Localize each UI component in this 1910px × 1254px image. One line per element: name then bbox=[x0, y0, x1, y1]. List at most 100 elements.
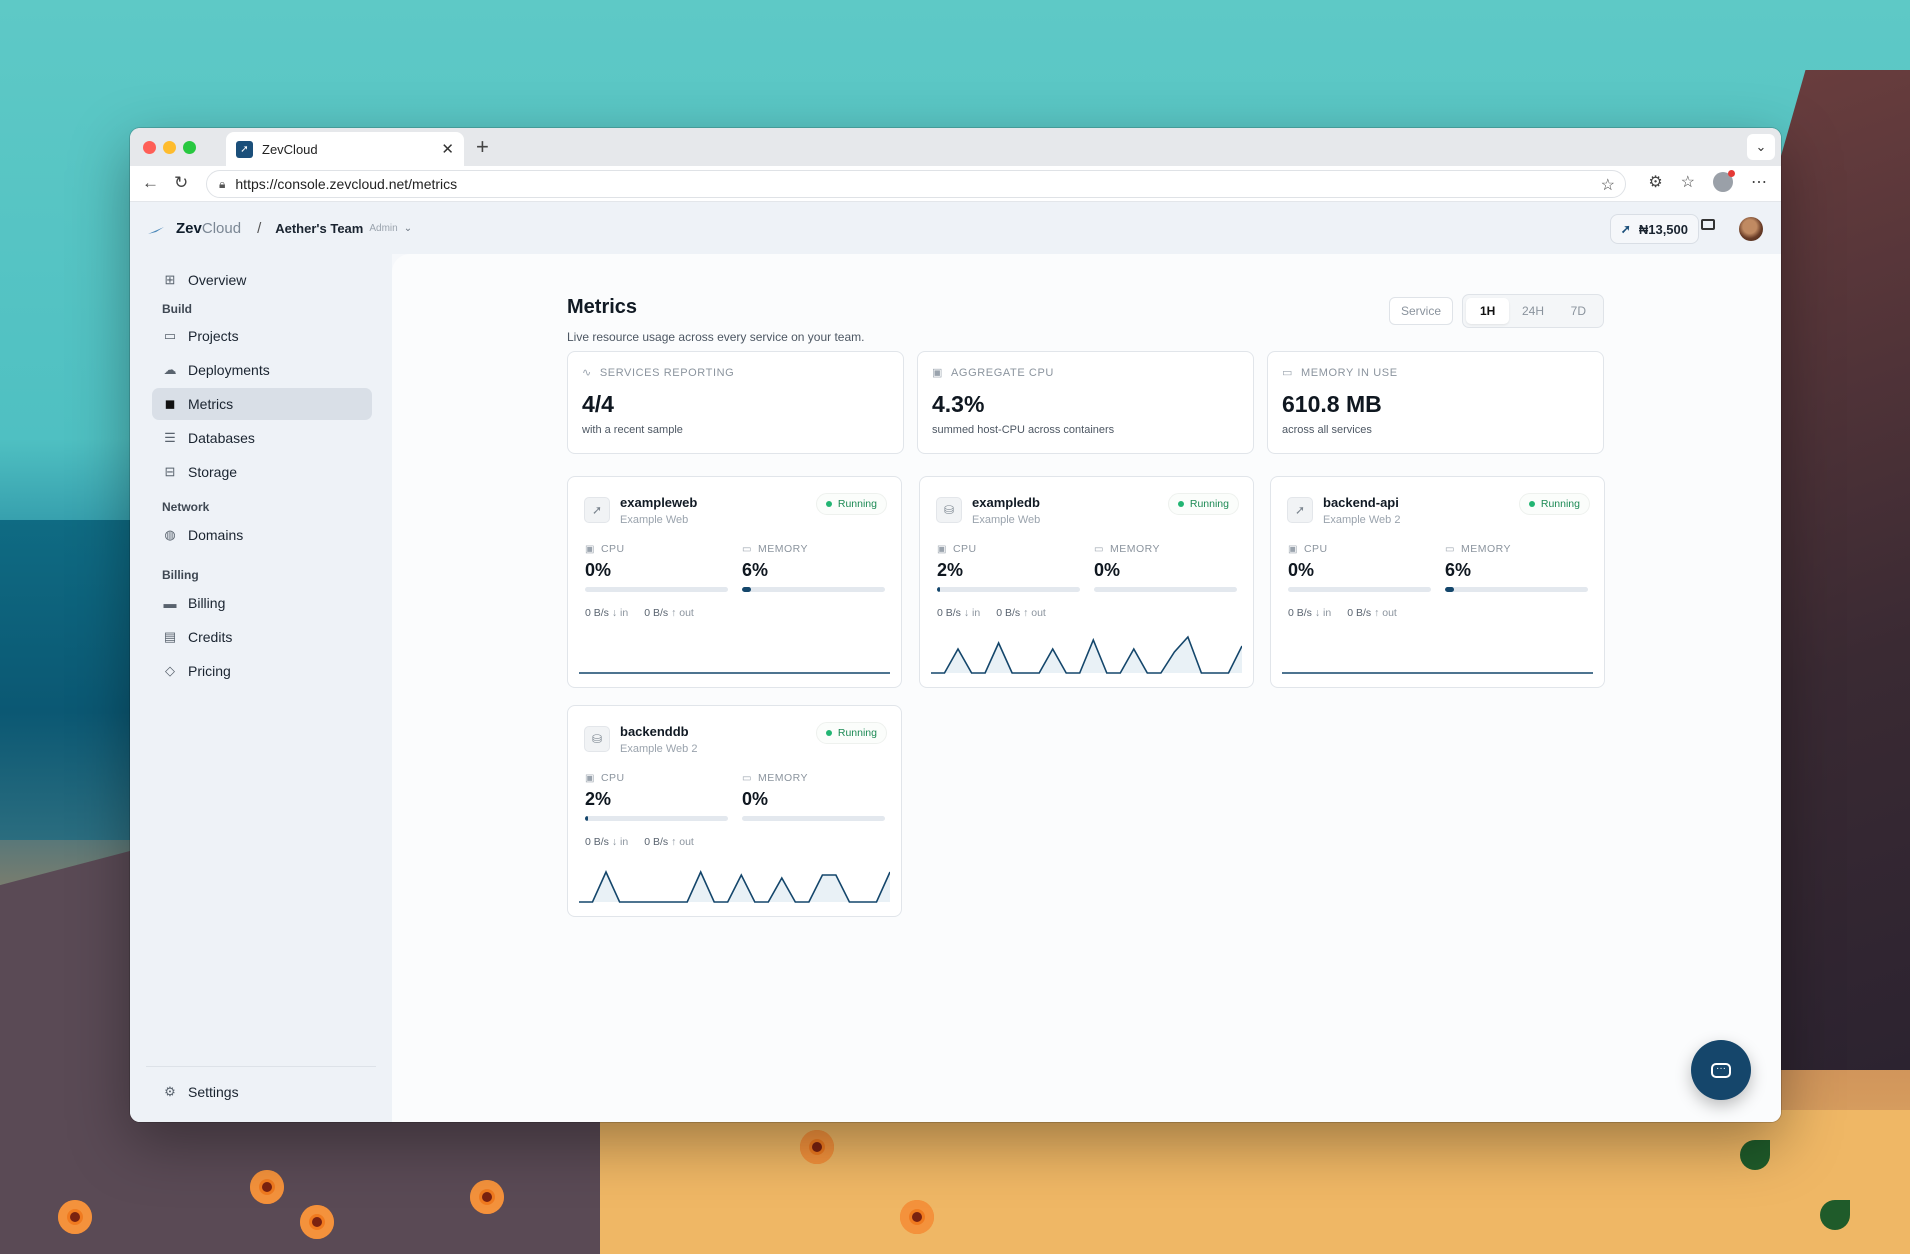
sidebar-item-label: Projects bbox=[188, 328, 239, 344]
tab-title: ZevCloud bbox=[262, 141, 318, 157]
user-avatar[interactable] bbox=[1739, 217, 1763, 241]
net-out: 0 B/s ↑ out bbox=[644, 836, 694, 848]
range-7d[interactable]: 7D bbox=[1557, 298, 1600, 324]
browser-profile-icon[interactable] bbox=[1713, 170, 1735, 192]
status-badge: Running bbox=[815, 722, 887, 744]
tag-icon: ◇ bbox=[165, 663, 175, 678]
metric-label: CPU bbox=[952, 543, 977, 555]
stat-note: summed host-CPU across containers bbox=[932, 424, 1115, 436]
monitor-icon[interactable] bbox=[1701, 219, 1715, 230]
service-card-backend-api[interactable]: ➚ backend-api Example Web 2 Running ▣ CPU… bbox=[1270, 476, 1605, 688]
memory-value: 6% bbox=[742, 560, 769, 580]
sidebar-item-storage[interactable]: ⊟ Storage bbox=[152, 456, 372, 488]
net-out-value: 0 B/s bbox=[1347, 607, 1372, 619]
chat-support-button[interactable]: ··· bbox=[1691, 1040, 1751, 1100]
sidebar-item-projects[interactable]: ▭ Projects bbox=[152, 320, 372, 352]
credits-balance-button[interactable]: ➚ ₦13,500 bbox=[1609, 214, 1699, 244]
browser-tab[interactable]: ➚ ZevCloud ✕ bbox=[226, 132, 464, 166]
reload-icon[interactable]: ↻ bbox=[174, 173, 188, 193]
metric-label: CPU bbox=[600, 772, 625, 784]
desktop-flower bbox=[300, 1205, 334, 1239]
down-arrow-icon: ↓ bbox=[963, 607, 970, 619]
chart-icon: ◼ bbox=[164, 396, 176, 411]
favorites-icon[interactable]: ☆ bbox=[1681, 172, 1695, 192]
sidebar-item-billing[interactable]: ▬ Billing bbox=[152, 587, 372, 619]
sidebar-item-domains[interactable]: ◍ Domains bbox=[152, 519, 372, 551]
sidebar-item-overview[interactable]: ⊞ Overview bbox=[152, 264, 372, 296]
metric-label: MEMORY bbox=[1460, 543, 1512, 555]
network-row: 0 B/s ↓ in 0 B/s ↑ out bbox=[1288, 607, 1397, 619]
tab-list-chevron-icon[interactable]: ⌄ bbox=[1747, 134, 1775, 160]
status-text: Running bbox=[837, 498, 877, 510]
bookmark-star-icon[interactable]: ☆ bbox=[1601, 175, 1615, 195]
cpu-sparkline bbox=[579, 672, 890, 674]
stat-label: MEMORY IN USE bbox=[1301, 366, 1398, 379]
close-tab-icon[interactable]: ✕ bbox=[441, 140, 454, 158]
sidebar-item-settings[interactable]: ⚙ Settings bbox=[152, 1076, 372, 1108]
logo-text[interactable]: ZevCloud bbox=[176, 220, 241, 237]
cpu-sparkline bbox=[931, 635, 1242, 674]
cpu-value: 0% bbox=[585, 560, 612, 580]
sidebar-item-label: Settings bbox=[188, 1084, 239, 1100]
metric-label: CPU bbox=[600, 543, 625, 555]
sidebar-item-databases[interactable]: ☰ Databases bbox=[152, 422, 372, 454]
team-name[interactable]: Aether's Team bbox=[275, 221, 363, 236]
service-logo-icon: ➚ bbox=[1287, 497, 1313, 523]
sidebar-item-label: Credits bbox=[188, 629, 233, 645]
new-tab-icon[interactable]: + bbox=[476, 134, 489, 160]
cloud-upload-icon: ☁ bbox=[163, 362, 177, 377]
minimize-window-button[interactable] bbox=[163, 141, 176, 154]
stat-value: 610.8 MB bbox=[1282, 391, 1382, 417]
sidebar: ⊞ Overview Build ▭ Projects ☁ Deployment… bbox=[130, 254, 392, 1122]
service-name: exampledb bbox=[972, 495, 1040, 510]
range-24h[interactable]: 24H bbox=[1511, 298, 1554, 324]
sidebar-item-deployments[interactable]: ☁ Deployments bbox=[152, 354, 372, 386]
service-card-exampledb[interactable]: ⛁ exampledb Example Web Running ▣ CPU 2% … bbox=[919, 476, 1254, 688]
back-arrow-icon[interactable]: ← bbox=[142, 173, 159, 193]
sidebar-item-label: Metrics bbox=[188, 396, 234, 412]
desktop-flower bbox=[58, 1200, 92, 1234]
net-out: 0 B/s ↑ out bbox=[996, 607, 1046, 619]
service-card-exampleweb[interactable]: ➚ exampleweb Example Web Running ▣ CPU 0%… bbox=[567, 476, 902, 688]
cpu-sparkline bbox=[1282, 672, 1593, 674]
status-dot-icon bbox=[825, 501, 832, 507]
desktop-flower bbox=[470, 1180, 504, 1214]
service-project: Example Web 2 bbox=[1323, 514, 1401, 526]
cpu-bar-fill bbox=[937, 587, 940, 592]
extensions-icon[interactable]: ⚙ bbox=[1648, 172, 1662, 192]
cpu-bar bbox=[585, 816, 728, 821]
down-arrow-icon: ↓ bbox=[611, 836, 618, 848]
close-window-button[interactable] bbox=[143, 141, 156, 154]
sidebar-item-label: Deployments bbox=[188, 362, 270, 378]
team-chevron-down-icon[interactable]: ⌄ bbox=[404, 223, 412, 234]
net-in: 0 B/s ↓ in bbox=[585, 836, 628, 848]
tab-bar: ➚ ZevCloud ✕ + ⌄ bbox=[130, 128, 1781, 166]
database-logo-icon: ⛁ bbox=[936, 497, 962, 523]
net-in-label: in bbox=[972, 607, 981, 619]
gear-icon: ⚙ bbox=[164, 1084, 176, 1099]
service-filter-button[interactable]: Service bbox=[1389, 297, 1454, 325]
net-in-label: in bbox=[620, 607, 629, 619]
net-in-value: 0 B/s bbox=[585, 836, 609, 848]
activity-icon: ∿ bbox=[582, 367, 592, 379]
memory-metric: ▭ MEMORY 0% bbox=[742, 772, 885, 821]
net-out-label: out bbox=[679, 836, 694, 848]
memory-value: 0% bbox=[742, 789, 769, 809]
down-arrow-icon: ↓ bbox=[1314, 607, 1321, 619]
stat-value: 4.3% bbox=[932, 391, 985, 417]
network-row: 0 B/s ↓ in 0 B/s ↑ out bbox=[585, 607, 694, 619]
service-card-backenddb[interactable]: ⛁ backenddb Example Web 2 Running ▣ CPU 2… bbox=[567, 705, 902, 917]
sidebar-item-metrics[interactable]: ◼ Metrics bbox=[152, 388, 372, 420]
sidebar-item-pricing[interactable]: ◇ Pricing bbox=[152, 655, 372, 687]
stat-card-services-reporting: ∿ SERVICES REPORTING 4/4 with a recent sa… bbox=[567, 351, 904, 454]
url-field[interactable]: 🔒︎ https://console.zevcloud.net/metrics … bbox=[206, 170, 1626, 198]
range-1h[interactable]: 1H bbox=[1466, 298, 1510, 324]
network-row: 0 B/s ↓ in 0 B/s ↑ out bbox=[937, 607, 1046, 619]
maximize-window-button[interactable] bbox=[183, 141, 196, 154]
up-arrow-icon: ↑ bbox=[1023, 607, 1029, 619]
address-bar: ← ↻ 🔒︎ https://console.zevcloud.net/metr… bbox=[130, 166, 1781, 202]
more-options-icon[interactable]: ⋯ bbox=[1751, 172, 1767, 192]
metric-label: MEMORY bbox=[757, 543, 809, 555]
sidebar-item-credits[interactable]: ▤ Credits bbox=[152, 621, 372, 653]
up-arrow-icon: ↑ bbox=[1374, 607, 1380, 619]
